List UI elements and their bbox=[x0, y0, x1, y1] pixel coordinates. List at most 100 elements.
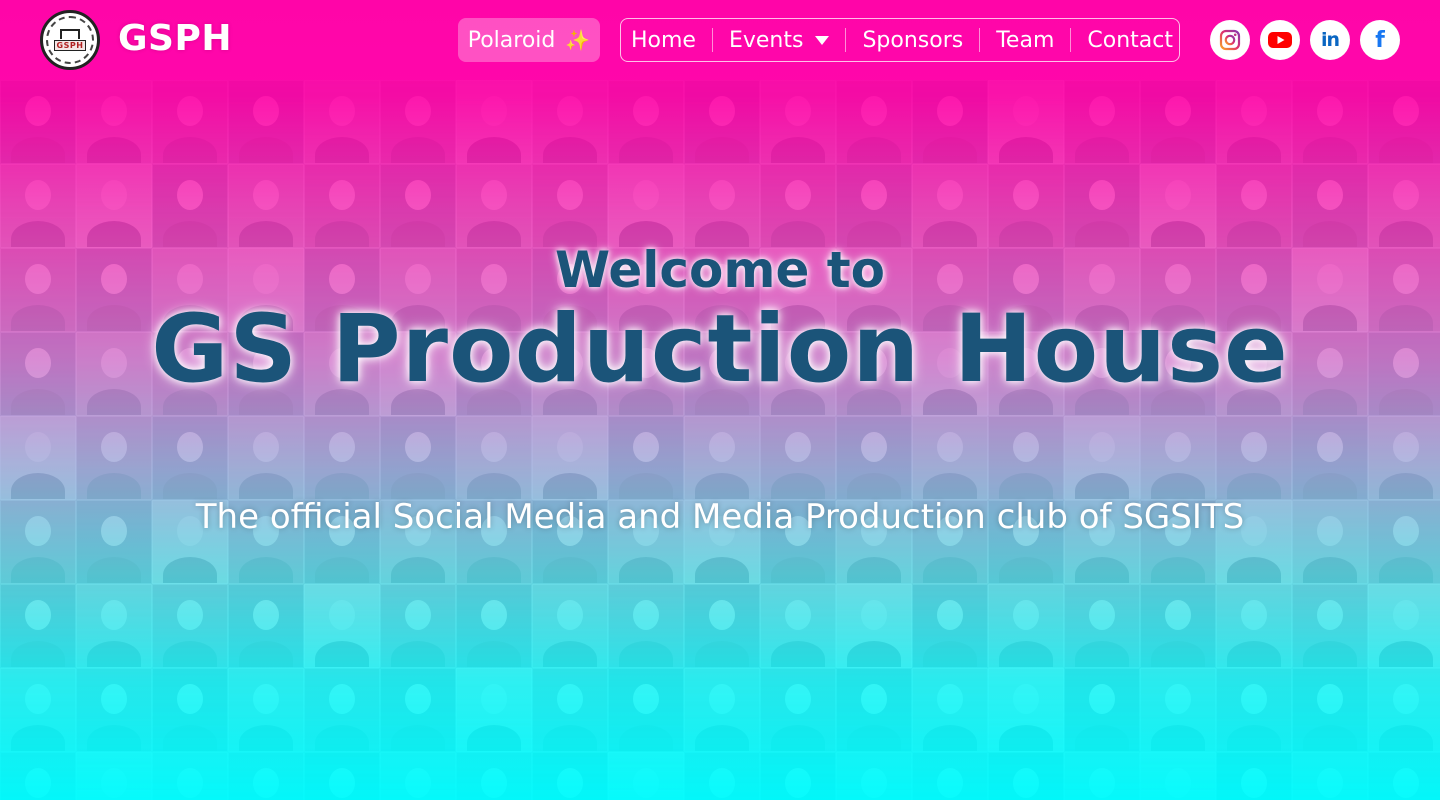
brand-name[interactable]: GSPH bbox=[118, 18, 232, 59]
page: GSPH GSPH Polaroid ✨ Home Events Sponsor… bbox=[0, 0, 1440, 800]
collage-photo-tile bbox=[760, 668, 836, 752]
collage-photo-tile bbox=[228, 752, 304, 800]
facebook-link[interactable]: f bbox=[1360, 20, 1400, 60]
collage-photo-tile bbox=[152, 584, 228, 668]
collage-photo-tile bbox=[532, 752, 608, 800]
logo-label: GSPH bbox=[53, 40, 87, 51]
nav-home[interactable]: Home bbox=[621, 27, 712, 53]
collage-photo-tile bbox=[76, 668, 152, 752]
collage-photo-tile bbox=[684, 668, 760, 752]
collage-photo-tile bbox=[1064, 80, 1140, 164]
sparkle-icon: ✨ bbox=[565, 28, 591, 52]
collage-photo-tile bbox=[1140, 584, 1216, 668]
nav-team[interactable]: Team bbox=[979, 27, 1070, 53]
nav-home-label: Home bbox=[631, 27, 696, 53]
collage-photo-tile bbox=[152, 668, 228, 752]
collage-photo-tile bbox=[608, 668, 684, 752]
collage-photo-tile bbox=[0, 668, 76, 752]
logo-emblem: GSPH bbox=[46, 16, 94, 64]
collage-photo-tile bbox=[456, 80, 532, 164]
linkedin-icon: in bbox=[1320, 29, 1340, 51]
collage-photo-tile bbox=[1140, 80, 1216, 164]
collage-photo-tile bbox=[1140, 752, 1216, 800]
collage-photo-tile bbox=[608, 752, 684, 800]
collage-photo-tile bbox=[380, 752, 456, 800]
youtube-link[interactable] bbox=[1260, 20, 1300, 60]
linkedin-link[interactable]: in bbox=[1310, 20, 1350, 60]
collage-photo-tile bbox=[760, 752, 836, 800]
collage-photo-tile bbox=[760, 80, 836, 164]
collage-photo-tile bbox=[1216, 752, 1292, 800]
nav-contact[interactable]: Contact bbox=[1070, 27, 1189, 53]
social-links: in f bbox=[1210, 20, 1400, 60]
collage-photo-tile bbox=[380, 80, 456, 164]
collage-photo-tile bbox=[988, 584, 1064, 668]
collage-photo-tile bbox=[988, 668, 1064, 752]
collage-photo-tile bbox=[380, 668, 456, 752]
collage-photo-tile bbox=[1064, 752, 1140, 800]
collage-photo-tile bbox=[152, 752, 228, 800]
collage-photo-tile bbox=[836, 668, 912, 752]
collage-photo-tile bbox=[0, 752, 76, 800]
collage-photo-tile bbox=[304, 752, 380, 800]
nav-contact-label: Contact bbox=[1087, 27, 1173, 53]
collage-photo-tile bbox=[304, 80, 380, 164]
collage-photo-tile bbox=[0, 80, 76, 164]
collage-photo-tile bbox=[304, 668, 380, 752]
collage-photo-tile bbox=[760, 584, 836, 668]
collage-photo-tile bbox=[684, 80, 760, 164]
collage-photo-tile bbox=[1368, 668, 1440, 752]
collage-photo-tile bbox=[836, 80, 912, 164]
collage-photo-tile bbox=[1292, 80, 1368, 164]
collage-photo-tile bbox=[836, 752, 912, 800]
site-logo[interactable]: GSPH bbox=[40, 10, 100, 70]
collage-photo-tile bbox=[912, 80, 988, 164]
collage-photo-tile bbox=[1292, 752, 1368, 800]
collage-photo-tile bbox=[532, 668, 608, 752]
collage-photo-tile bbox=[456, 584, 532, 668]
collage-photo-tile bbox=[228, 584, 304, 668]
collage-photo-tile bbox=[456, 752, 532, 800]
collage-photo-tile bbox=[380, 584, 456, 668]
collage-photo-tile bbox=[1368, 752, 1440, 800]
collage-photo-tile bbox=[228, 668, 304, 752]
facebook-icon: f bbox=[1375, 27, 1385, 53]
collage-photo-tile bbox=[1368, 584, 1440, 668]
collage-photo-tile bbox=[608, 80, 684, 164]
hero-section: Welcome to GS Production House The offic… bbox=[0, 230, 1440, 539]
collage-photo-tile bbox=[228, 80, 304, 164]
collage-photo-tile bbox=[836, 584, 912, 668]
nav-events-label: Events bbox=[728, 27, 804, 53]
collage-photo-tile bbox=[1064, 584, 1140, 668]
collage-photo-tile bbox=[1140, 668, 1216, 752]
collage-photo-tile bbox=[152, 80, 228, 164]
collage-photo-tile bbox=[1216, 584, 1292, 668]
nav-events[interactable]: Events bbox=[711, 27, 846, 53]
main-nav: Home Events Sponsors Team Contact bbox=[620, 18, 1180, 62]
collage-photo-tile bbox=[1292, 668, 1368, 752]
youtube-icon bbox=[1268, 32, 1292, 48]
nav-sponsors[interactable]: Sponsors bbox=[845, 28, 979, 53]
collage-photo-tile bbox=[1368, 80, 1440, 164]
site-header: GSPH GSPH Polaroid ✨ Home Events Sponsor… bbox=[0, 0, 1440, 80]
collage-photo-tile bbox=[684, 584, 760, 668]
collage-photo-tile bbox=[76, 752, 152, 800]
polaroid-button[interactable]: Polaroid ✨ bbox=[458, 18, 600, 62]
collage-photo-tile bbox=[1064, 668, 1140, 752]
collage-photo-tile bbox=[304, 584, 380, 668]
hero-title: GS Production House bbox=[151, 295, 1289, 404]
collage-photo-tile bbox=[456, 668, 532, 752]
nav-team-label: Team bbox=[996, 27, 1055, 53]
collage-photo-tile bbox=[912, 668, 988, 752]
collage-photo-tile bbox=[1292, 584, 1368, 668]
hero-subtitle: The official Social Media and Media Prod… bbox=[195, 497, 1245, 537]
collage-photo-tile bbox=[912, 584, 988, 668]
collage-photo-tile bbox=[76, 584, 152, 668]
collage-photo-tile bbox=[532, 80, 608, 164]
instagram-link[interactable] bbox=[1210, 20, 1250, 60]
collage-photo-tile bbox=[76, 80, 152, 164]
collage-photo-tile bbox=[0, 584, 76, 668]
collage-photo-tile bbox=[1216, 668, 1292, 752]
collage-photo-tile bbox=[684, 752, 760, 800]
collage-photo-tile bbox=[1216, 80, 1292, 164]
